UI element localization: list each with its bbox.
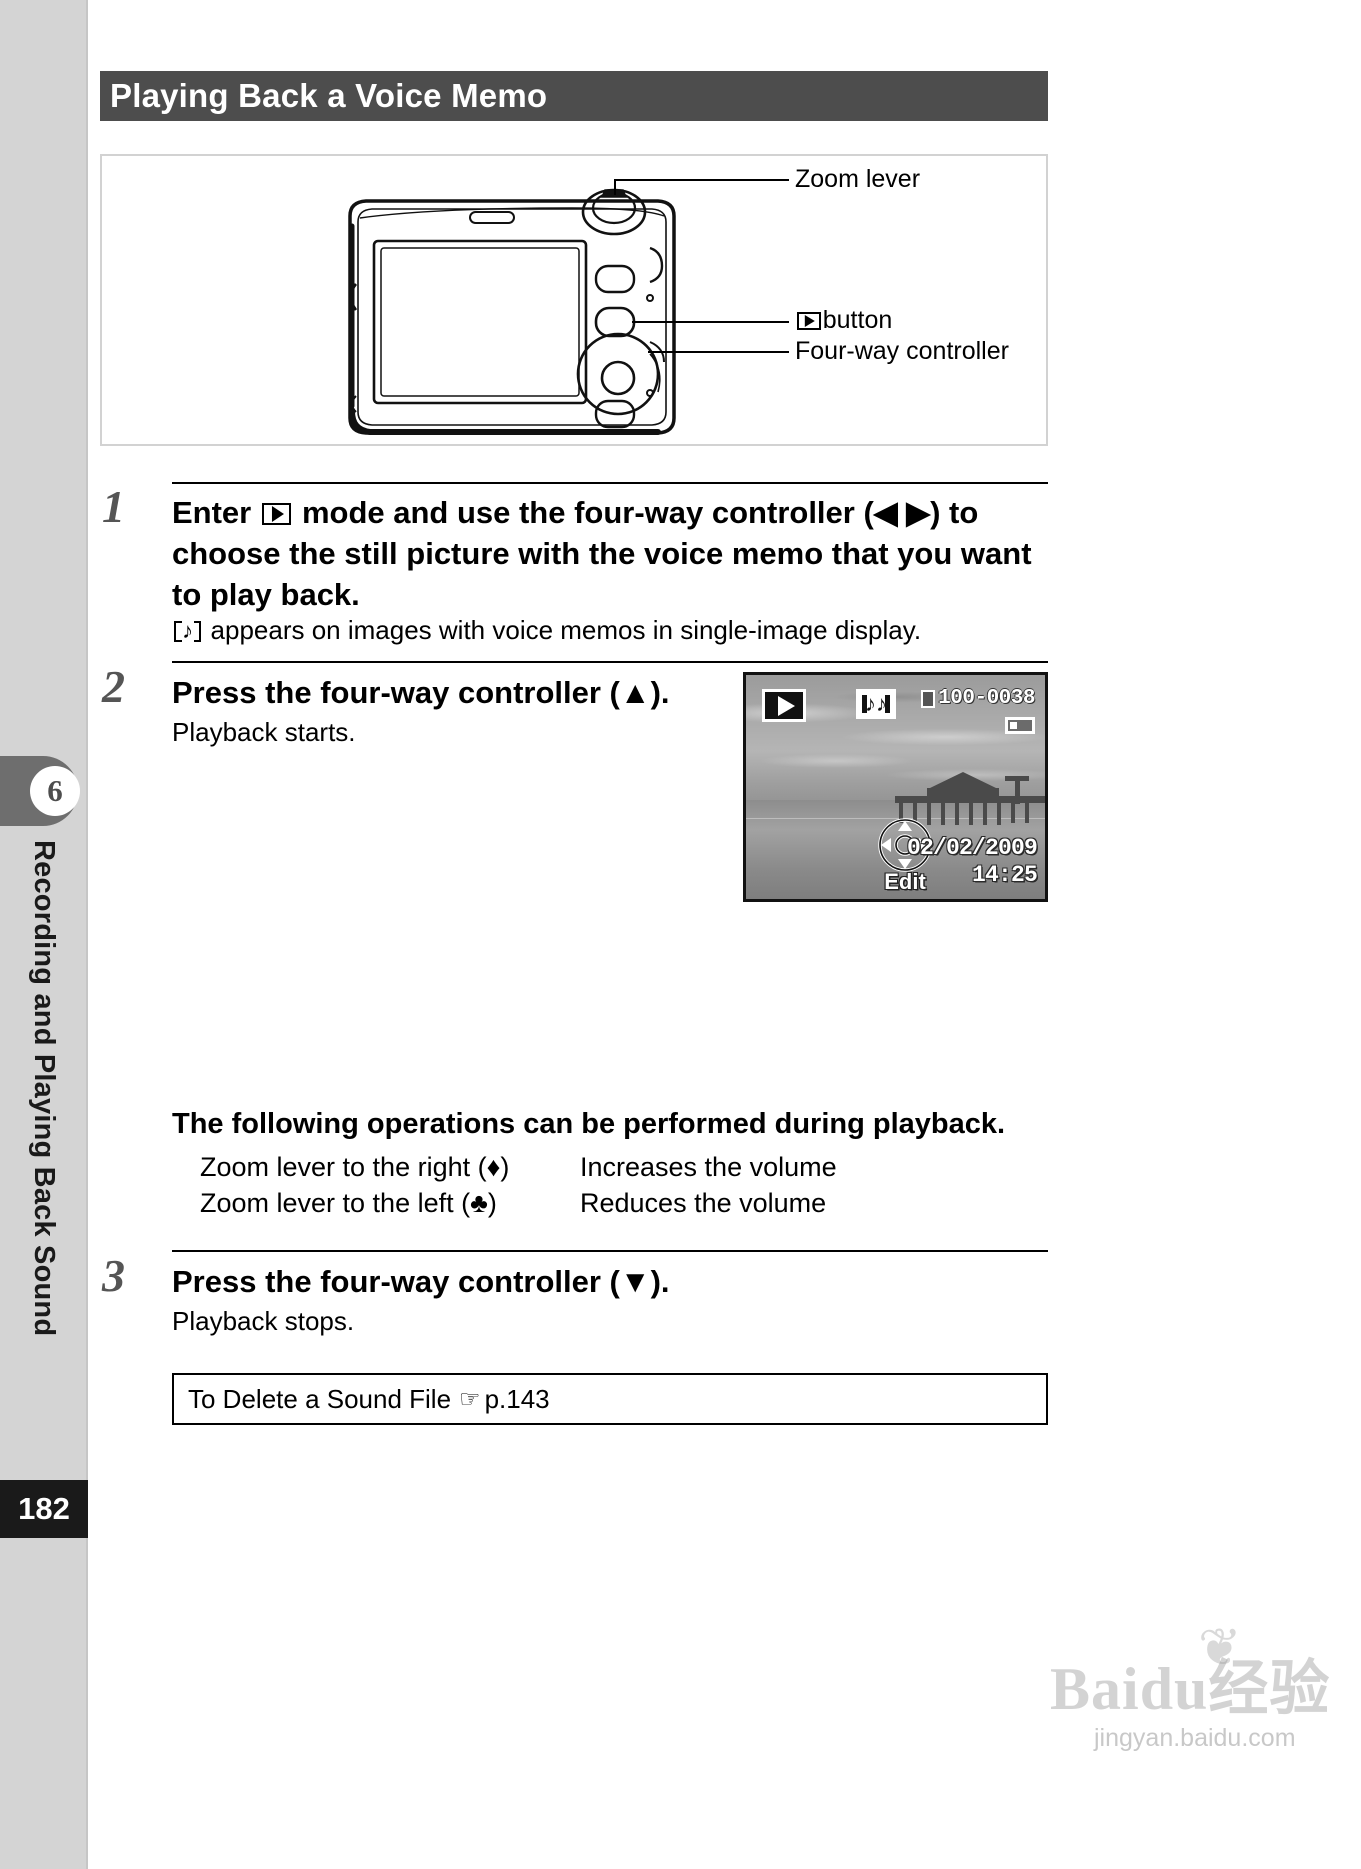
chapter-title: Recording and Playing Back Sound bbox=[28, 840, 60, 1337]
cross-reference-text: To Delete a Sound File bbox=[188, 1383, 452, 1414]
wide-icon: ♣ bbox=[470, 1188, 488, 1218]
playback-icon bbox=[261, 503, 292, 526]
step-1-number: 1 bbox=[102, 481, 125, 532]
playback-button-callout-line bbox=[632, 321, 789, 323]
page-number: 182 bbox=[0, 1480, 88, 1538]
step-1-heading-part1: Enter bbox=[172, 495, 252, 530]
step-3-sub: Playback stops. bbox=[172, 1306, 355, 1336]
operations-row-1-right: Increases the volume bbox=[580, 1152, 837, 1182]
lcd-memo-note-glyph: ♪♪ bbox=[865, 691, 887, 716]
step-2-heading: Press the four-way controller (▲). bbox=[172, 675, 670, 710]
operations-row-1-left: Zoom lever to the right (♦) bbox=[200, 1152, 510, 1182]
page-title-bar: Playing Back a Voice Memo bbox=[100, 71, 1048, 121]
zoom-lever-callout-label: Zoom lever bbox=[795, 165, 921, 193]
battery-icon bbox=[1005, 717, 1035, 734]
step-1-heading: Enter mode and use the four-way controll… bbox=[172, 492, 1062, 615]
memory-card-icon bbox=[921, 689, 936, 708]
lcd-time: 14:25 bbox=[971, 862, 1038, 888]
chapter-number: 6 bbox=[30, 766, 80, 816]
step-1-rule bbox=[172, 482, 1048, 484]
step-1-heading-arrows: ◀ ▶ bbox=[873, 495, 931, 530]
operations-row-1: Zoom lever to the right (♦) Increases the… bbox=[200, 1152, 837, 1183]
step-3-rule bbox=[172, 1250, 1048, 1252]
zoom-lever-callout-vline bbox=[614, 179, 616, 195]
lcd-voice-memo-icon: ♪♪ bbox=[856, 689, 896, 719]
page-title: Playing Back a Voice Memo bbox=[110, 77, 548, 114]
step-3-number: 3 bbox=[102, 1250, 125, 1301]
step-2-number: 2 bbox=[102, 661, 125, 712]
lcd-playback-icon bbox=[762, 689, 806, 722]
step-1-sub-text: appears on images with voice memos in si… bbox=[210, 615, 922, 645]
operations-heading: The following operations can be performe… bbox=[172, 1108, 1006, 1140]
watermark-main: Baidu经验 bbox=[1050, 1656, 1331, 1722]
step-2-sub: Playback starts. bbox=[172, 717, 356, 747]
lcd-file-number: 100-0038 bbox=[921, 687, 1035, 710]
camera-diagram-figure: Zoom lever button Four-way controller bbox=[100, 154, 1048, 446]
step-1-heading-part2: mode and use the four-way controller ( bbox=[301, 495, 874, 530]
watermark-sub: jingyan.baidu.com bbox=[1094, 1724, 1296, 1752]
lcd-file-number-text: 100-0038 bbox=[938, 687, 1035, 710]
cross-reference-box: To Delete a Sound File ☞ p.143 bbox=[172, 1373, 1048, 1425]
left-margin-edge bbox=[86, 0, 88, 1869]
step-2-rule bbox=[172, 661, 1048, 663]
baidu-watermark: ❦ Baidu经验 jingyan.baidu.com bbox=[1050, 1619, 1361, 1790]
lcd-datetime: 02/02/2009 14:25 bbox=[906, 835, 1038, 889]
camera-illustration bbox=[348, 188, 676, 435]
page-content: Playing Back a Voice Memo Zoom lever but… bbox=[100, 0, 1361, 1869]
step-3-heading: Press the four-way controller (▼). bbox=[172, 1264, 670, 1299]
playback-icon bbox=[797, 312, 821, 330]
voice-memo-icon: ♪ bbox=[174, 620, 202, 643]
four-way-controller-callout-label: Four-way controller bbox=[795, 337, 1009, 365]
playback-button-callout-label: button bbox=[795, 306, 892, 335]
four-way-controller-callout-line bbox=[648, 351, 789, 353]
pointing-hand-icon: ☞ bbox=[459, 1385, 481, 1413]
paw-icon: ❦ bbox=[1198, 1619, 1242, 1677]
cross-reference-page: p.143 bbox=[484, 1383, 550, 1414]
operations-row-2-right: Reduces the volume bbox=[580, 1188, 827, 1218]
step-1-sub: ♪ appears on images with voice memos in … bbox=[172, 613, 921, 647]
lcd-date: 02/02/2009 bbox=[906, 835, 1038, 861]
tele-icon: ♦ bbox=[486, 1152, 501, 1182]
operations-row-2-left: Zoom lever to the left (♣) bbox=[200, 1188, 497, 1218]
lcd-screenshot: ♪♪ 100-0038 Edit 02/02/2009 14:25 bbox=[743, 672, 1048, 902]
operations-row-2: Zoom lever to the left (♣) Reduces the vo… bbox=[200, 1188, 826, 1219]
zoom-lever-callout-line bbox=[614, 179, 789, 181]
